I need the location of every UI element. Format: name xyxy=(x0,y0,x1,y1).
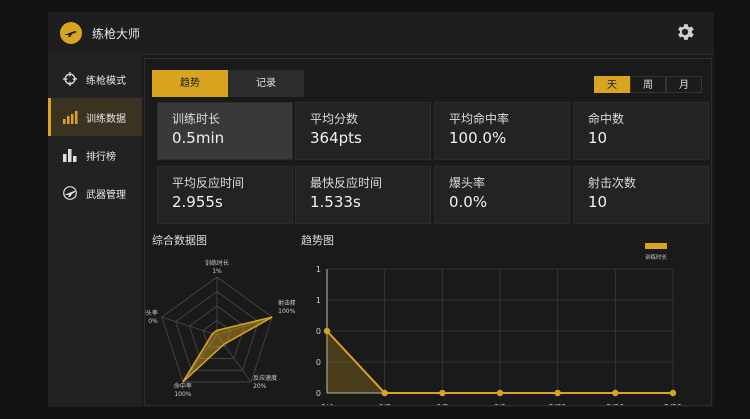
stat-label: 平均反应时间 xyxy=(172,176,245,190)
y-tick-label: 0 xyxy=(316,327,321,336)
main-panel: 趋势 记录 天 周 月 训练时长 0.5min 平均分数 364pts 平均命中… xyxy=(144,58,712,406)
y-tick-label: 0 xyxy=(316,389,321,398)
gear-icon[interactable] xyxy=(674,21,696,43)
stat-value: 10 xyxy=(588,193,608,211)
legend-swatch xyxy=(645,243,667,249)
sidebar-item-label: 练枪模式 xyxy=(86,76,126,87)
stat-card-hits[interactable]: 命中数 10 xyxy=(573,102,709,160)
gun-logo-icon xyxy=(64,31,77,37)
x-tick-label: 6/3 xyxy=(378,403,391,405)
x-tick-label: 6/2 xyxy=(436,403,449,405)
stat-card-average-hit-rate[interactable]: 平均命中率 100.0% xyxy=(434,102,570,160)
gun-icon xyxy=(63,186,77,200)
tab-records[interactable]: 记录 xyxy=(228,70,304,97)
y-tick-label: 0 xyxy=(316,358,321,367)
sidebar-item-leaderboard[interactable]: 排行榜 xyxy=(48,136,142,174)
data-point xyxy=(612,389,619,397)
radar-axis-value: 100% xyxy=(174,391,191,398)
radar-axis-value: 20% xyxy=(253,383,267,390)
header: 练枪大师 xyxy=(48,12,714,55)
stat-value: 0.5min xyxy=(172,129,225,147)
radar-axis-label: 命中率 xyxy=(174,382,192,390)
tab-trend[interactable]: 趋势 xyxy=(152,70,228,97)
radar-axis-value: 1% xyxy=(212,268,222,275)
legend-label: 训练时长 xyxy=(645,253,668,261)
app-title: 练枪大师 xyxy=(92,27,141,41)
sidebar-item-label: 武器管理 xyxy=(86,190,126,201)
app-logo xyxy=(60,22,82,44)
radar-axis-label: 爆头率 xyxy=(145,309,158,317)
data-point xyxy=(381,389,388,397)
sidebar-item-label: 训练数据 xyxy=(86,114,126,125)
app-window: 练枪大师 练枪模式 训练数据 排行榜 武器管理 趋势 记录 天 周 月 训练时长… xyxy=(48,12,714,407)
crosshair-icon xyxy=(63,72,77,86)
radar-axis-label: 训练时长 xyxy=(205,259,229,267)
y-tick-label: 1 xyxy=(316,265,321,274)
radar-axis-value: 0% xyxy=(148,318,158,325)
sidebar: 练枪模式 训练数据 排行榜 武器管理 xyxy=(48,54,142,407)
stat-label: 爆头率 xyxy=(449,176,486,190)
period-day-button[interactable]: 天 xyxy=(594,76,630,93)
sidebar-item-training-data[interactable]: 训练数据 xyxy=(48,98,142,136)
data-point xyxy=(439,389,446,397)
x-tick-label: 5/29 xyxy=(664,403,682,405)
sidebar-item-weapon-management[interactable]: 武器管理 xyxy=(48,174,142,212)
leaderboard-icon xyxy=(63,149,77,162)
period-month-button[interactable]: 月 xyxy=(666,76,702,93)
y-tick-label: 1 xyxy=(316,296,321,305)
radar-axis-label: 反应速度 xyxy=(253,374,277,382)
data-point xyxy=(669,389,677,397)
stat-value: 100.0% xyxy=(449,129,507,147)
stat-label: 平均命中率 xyxy=(449,112,510,126)
data-point xyxy=(554,389,561,397)
x-tick-label: 6/1 xyxy=(494,403,507,405)
sidebar-item-label: 排行榜 xyxy=(86,152,116,163)
stat-card-fastest-reaction-time[interactable]: 最快反应时间 1.533s xyxy=(295,166,431,224)
stat-value: 364pts xyxy=(310,129,362,147)
data-point xyxy=(496,389,504,397)
bar-chart-icon xyxy=(63,111,78,124)
period-week-button[interactable]: 周 xyxy=(630,76,666,93)
stat-card-average-reaction-time[interactable]: 平均反应时间 2.955s xyxy=(157,166,293,224)
stat-label: 平均分数 xyxy=(310,112,359,126)
stat-label: 最快反应时间 xyxy=(310,176,383,190)
stat-value: 1.533s xyxy=(310,193,361,211)
radar-axis-value: 100% xyxy=(278,308,295,315)
stat-card-average-score[interactable]: 平均分数 364pts xyxy=(295,102,431,160)
stat-value: 2.955s xyxy=(172,193,223,211)
stat-label: 射击次数 xyxy=(588,176,637,190)
stat-value: 0.0% xyxy=(449,193,488,211)
stat-label: 训练时长 xyxy=(172,112,221,126)
trend-line-chart: 0 0 0 1 1 6/4 6/3 6/2 6/1 5/31 5/30 5/29 训练时长 xyxy=(316,243,682,405)
data-point xyxy=(323,327,331,335)
x-tick-label: 5/31 xyxy=(549,403,567,405)
stat-card-training-duration[interactable]: 训练时长 0.5min xyxy=(157,102,293,160)
stat-card-shots[interactable]: 射击次数 10 xyxy=(573,166,709,224)
radar-axis-label: 射击精度 xyxy=(278,299,295,307)
x-tick-label: 6/4 xyxy=(321,403,334,405)
radar-chart: 训练时长1%射击精度100%反应速度20%命中率100%爆头率0% xyxy=(145,259,295,398)
stat-label: 命中数 xyxy=(588,112,625,126)
stat-card-headshot-rate[interactable]: 爆头率 0.0% xyxy=(434,166,570,224)
sidebar-item-practice-mode[interactable]: 练枪模式 xyxy=(48,60,142,98)
x-tick-label: 5/30 xyxy=(606,403,624,405)
stat-value: 10 xyxy=(588,129,608,147)
